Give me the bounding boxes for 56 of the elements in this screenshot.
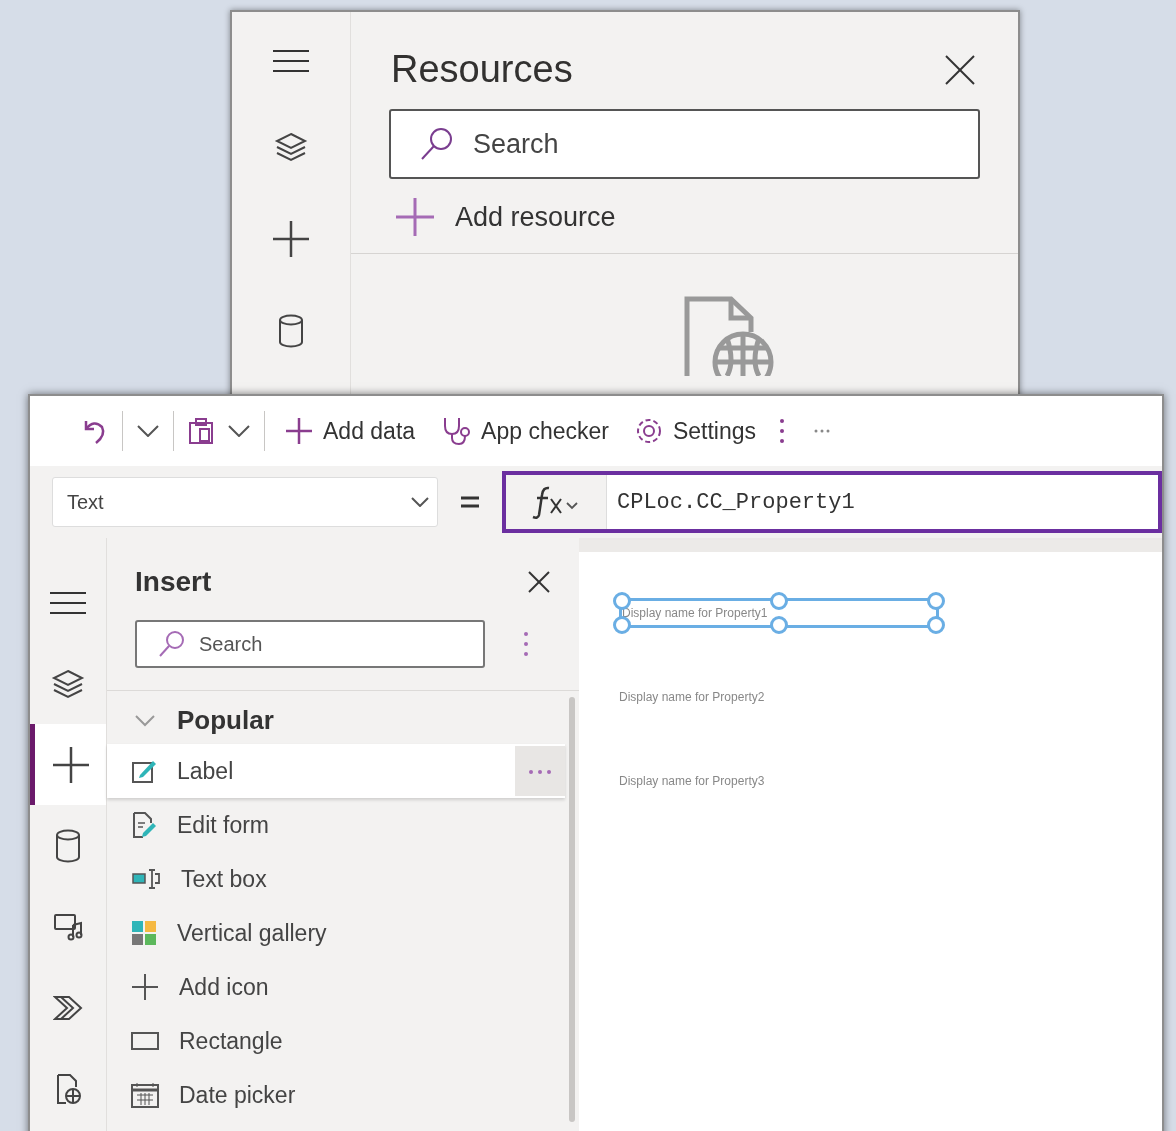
- plus-icon: [131, 973, 159, 1001]
- search-field[interactable]: Search: [135, 620, 485, 668]
- plus-icon: [51, 745, 90, 784]
- media-icon: [53, 912, 83, 941]
- grid-icon: [131, 920, 157, 946]
- menu-icon: [271, 48, 311, 74]
- formula-bar[interactable]: CPLoc.CC_Property1: [502, 471, 1162, 533]
- plus-icon: [395, 197, 435, 237]
- search-icon: [419, 126, 455, 162]
- search-input[interactable]: Search: [197, 631, 483, 657]
- database-icon: [278, 314, 304, 348]
- insert-item[interactable]: Label: [107, 744, 565, 798]
- close-icon[interactable]: [527, 570, 551, 594]
- canvas-label[interactable]: Display name for Property3: [610, 757, 948, 805]
- insert-item[interactable]: Add icon: [107, 960, 565, 1014]
- add-resource-button[interactable]: Add resource: [395, 197, 616, 237]
- chevron-down-icon[interactable]: [228, 425, 250, 437]
- insert-item[interactable]: Date picker: [107, 1068, 565, 1122]
- menu-icon: [48, 589, 88, 616]
- rectangle-icon: [131, 1032, 159, 1050]
- search-input[interactable]: Search: [471, 127, 978, 161]
- app-checker-button[interactable]: App checker: [435, 416, 615, 446]
- insert-item[interactable]: Vertical gallery: [107, 906, 565, 960]
- clipboard-icon[interactable]: [188, 417, 214, 445]
- plus-icon: [285, 417, 313, 445]
- property-dropdown[interactable]: Text: [52, 477, 438, 527]
- add-data-button[interactable]: Add data: [279, 417, 422, 445]
- insert-item[interactable]: Rectangle: [107, 1014, 565, 1068]
- plus-icon: [272, 220, 310, 258]
- panel-title: Resources: [391, 48, 573, 91]
- layers-icon: [274, 130, 308, 164]
- fx-icon: [531, 485, 581, 519]
- function-button[interactable]: [506, 475, 607, 529]
- automate-icon: [53, 994, 83, 1021]
- database-icon: [55, 828, 81, 863]
- form-icon: [131, 811, 157, 839]
- document-icon: [54, 1072, 82, 1105]
- insert-item[interactable]: Edit form: [107, 798, 565, 852]
- calendar-icon: [131, 1082, 159, 1108]
- more-vertical-icon[interactable]: [523, 631, 529, 657]
- panel-title: Insert: [135, 566, 212, 598]
- insert-item[interactable]: Text box: [107, 852, 565, 906]
- stethoscope-icon: [441, 416, 472, 446]
- textbox-icon: [131, 867, 161, 891]
- search-icon: [157, 629, 187, 659]
- canvas-label[interactable]: Display name for Property2: [610, 673, 948, 721]
- close-icon[interactable]: [944, 53, 976, 86]
- settings-icon: [634, 417, 663, 445]
- equals-icon: [460, 495, 480, 509]
- edit-icon: [131, 758, 157, 784]
- chevron-down-icon: [411, 497, 429, 507]
- chevron-down-icon[interactable]: [137, 425, 159, 437]
- settings-button[interactable]: Settings: [628, 417, 763, 445]
- popular-section-header[interactable]: Popular: [107, 697, 274, 744]
- search-field[interactable]: Search: [389, 109, 980, 179]
- chevron-icon: [135, 714, 155, 727]
